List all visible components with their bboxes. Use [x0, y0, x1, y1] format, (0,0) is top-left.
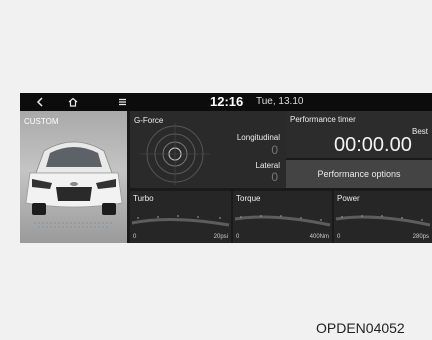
- menu-icon: [118, 98, 126, 106]
- turbo-title: Turbo: [133, 194, 154, 203]
- g-force-radar: [140, 123, 210, 185]
- menu-button[interactable]: [112, 93, 132, 111]
- infotainment-screen: 12:16 Tue, 13.10 CUSTOM G-Force Longitud…: [20, 93, 432, 243]
- torque-gauge[interactable]: Torque 0 400Nm: [233, 191, 332, 243]
- back-button[interactable]: [30, 93, 50, 111]
- power-gauge[interactable]: Power 0 280ps: [334, 191, 432, 243]
- best-label: Best: [411, 127, 428, 136]
- car-panel-label: CUSTOM: [24, 117, 59, 126]
- lateral-label: Lateral: [255, 161, 280, 170]
- top-status-bar: 12:16 Tue, 13.10: [20, 93, 432, 111]
- longitudinal-value: 0: [271, 143, 278, 157]
- torque-title: Torque: [236, 194, 261, 203]
- date: Tue, 13.10: [256, 96, 304, 107]
- turbo-curve: [131, 215, 230, 227]
- torque-max: 400Nm: [309, 234, 329, 240]
- performance-timer-panel[interactable]: Performance timer Best 00:00.00: [286, 111, 432, 158]
- performance-options-label: Performance options: [317, 169, 401, 179]
- torque-min: 0: [236, 234, 240, 240]
- clock: 12:16: [210, 94, 244, 109]
- turbo-max: 20psi: [213, 234, 228, 240]
- figure-code: OPDEN04052: [316, 320, 405, 336]
- performance-timer-value: 00:00.00: [334, 134, 412, 156]
- g-force-panel[interactable]: G-Force Longitudinal 0 Lateral 0: [130, 111, 286, 188]
- car-image: [25, 141, 123, 228]
- power-min: 0: [337, 234, 341, 240]
- torque-curve: [234, 215, 331, 227]
- chevron-left-icon: [36, 97, 43, 107]
- home-button[interactable]: [63, 93, 83, 111]
- home-icon: [68, 97, 78, 107]
- longitudinal-label: Longitudinal: [236, 133, 280, 142]
- performance-timer-title: Performance timer: [290, 115, 356, 124]
- car-view-panel[interactable]: CUSTOM: [20, 111, 127, 243]
- power-max: 280ps: [412, 234, 429, 240]
- turbo-gauge[interactable]: Turbo 0 20psi: [130, 191, 231, 243]
- performance-options-button[interactable]: Performance options: [286, 160, 432, 188]
- power-curve: [335, 215, 431, 227]
- lateral-value: 0: [271, 170, 278, 184]
- power-title: Power: [337, 194, 360, 203]
- turbo-min: 0: [133, 234, 137, 240]
